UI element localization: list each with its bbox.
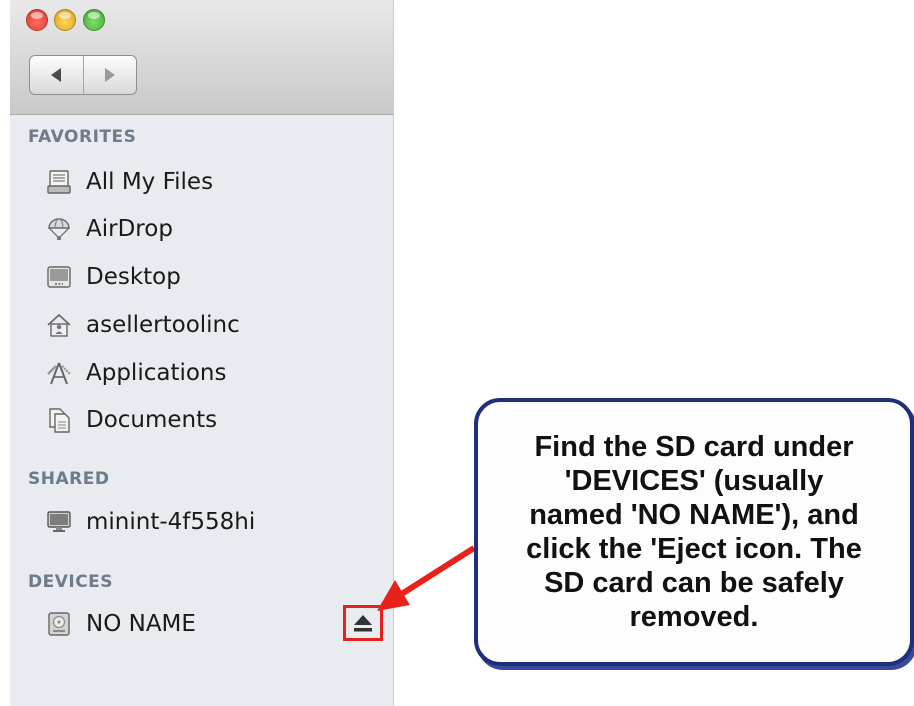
callout-box: Find the SD card under 'DEVICES' (usuall… bbox=[474, 398, 914, 666]
callout-text: Find the SD card under 'DEVICES' (usuall… bbox=[526, 431, 862, 633]
